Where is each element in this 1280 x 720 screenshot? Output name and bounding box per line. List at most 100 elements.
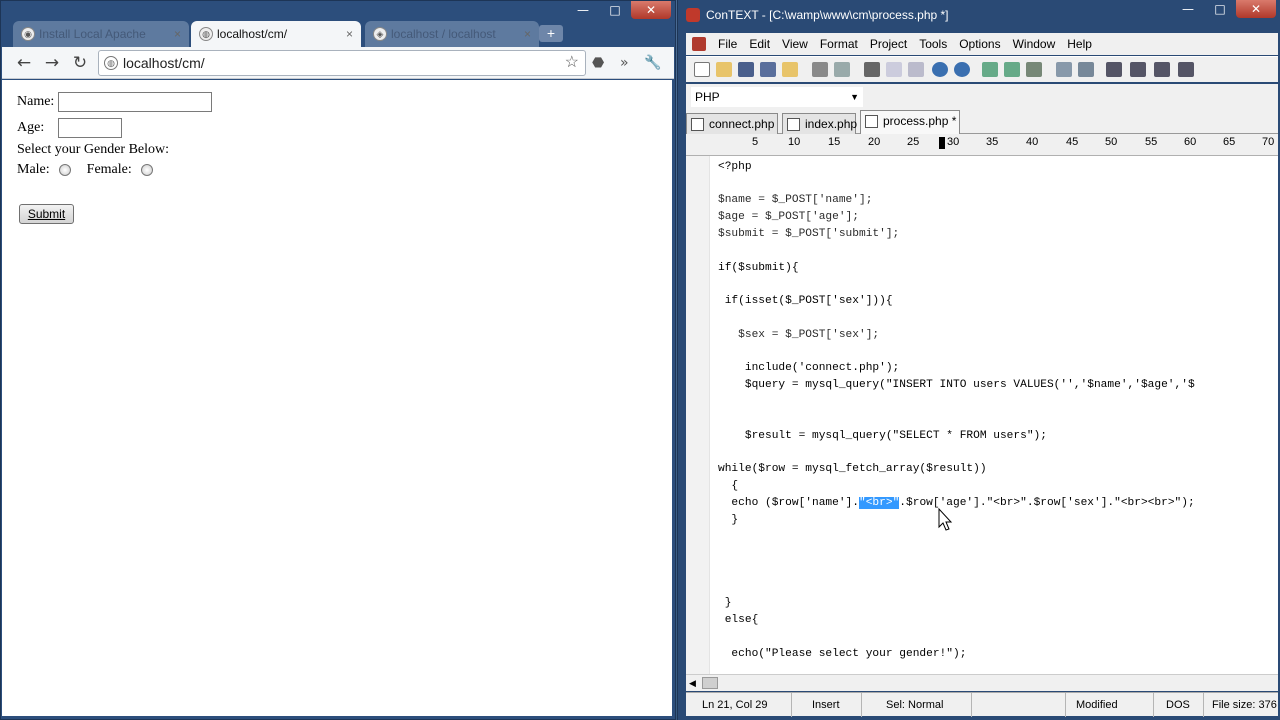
- code-line: else{: [718, 614, 759, 626]
- column-ruler: 5 10 15 20 25 30 35 40 45 50 55 60 65 70: [686, 134, 1278, 156]
- age-row: Age:: [17, 118, 122, 138]
- maximize-button[interactable]: □: [1204, 0, 1236, 18]
- php-file-icon: [787, 118, 800, 131]
- male-radio[interactable]: [59, 163, 72, 176]
- female-radio[interactable]: [141, 163, 154, 176]
- selected-text: "<br>": [859, 497, 900, 509]
- menu-help[interactable]: Help: [1061, 33, 1098, 55]
- file-tab-label: process.php *: [883, 114, 957, 128]
- browser-window-controls: — □ ✕: [567, 1, 671, 19]
- page-icon: ◉: [21, 27, 35, 41]
- minimize-button[interactable]: —: [1172, 0, 1204, 18]
- scroll-left-icon[interactable]: ◀: [689, 675, 696, 692]
- name-input[interactable]: [57, 92, 212, 112]
- code-line: if($submit){: [718, 262, 799, 274]
- menu-bar: File Edit View Format Project Tools Opti…: [686, 33, 1278, 55]
- status-file-size: File size: 376: [1212, 699, 1277, 711]
- scroll-thumb[interactable]: [702, 677, 718, 689]
- age-input[interactable]: [57, 118, 122, 138]
- menu-edit[interactable]: Edit: [743, 33, 776, 55]
- undo-icon[interactable]: [932, 62, 948, 77]
- maximize-button[interactable]: □: [599, 1, 631, 19]
- back-arrow-icon[interactable]: ←: [14, 53, 34, 73]
- status-modified: Modified: [1066, 693, 1154, 717]
- file-tab-process[interactable]: process.php *: [860, 110, 960, 134]
- more-extensions-icon[interactable]: »: [620, 53, 629, 73]
- print-icon[interactable]: [812, 62, 828, 77]
- user-command-4-icon[interactable]: [1178, 62, 1194, 77]
- menu-format[interactable]: Format: [814, 33, 864, 55]
- save-all-icon[interactable]: [760, 62, 776, 77]
- browser-tab[interactable]: ◉ Install Local Apache ×: [13, 21, 189, 47]
- menu-tools[interactable]: Tools: [913, 33, 953, 55]
- new-tab-button[interactable]: +: [539, 25, 563, 42]
- name-label: Name:: [17, 94, 55, 110]
- code-line: if(isset($_POST['sex'])){: [718, 295, 893, 307]
- address-bar[interactable]: ◍ localhost/cm/ ☆: [98, 50, 586, 76]
- gender-row: Male: Female:: [17, 162, 165, 178]
- user-command-1-icon[interactable]: [1106, 62, 1122, 77]
- highlighter-select[interactable]: PHP ▼: [691, 87, 863, 107]
- status-position: Ln 21, Col 29: [686, 693, 792, 717]
- menu-file[interactable]: File: [712, 33, 743, 55]
- chevron-down-icon: ▼: [850, 92, 859, 102]
- menu-project[interactable]: Project: [864, 33, 913, 55]
- close-button[interactable]: ✕: [631, 1, 671, 19]
- close-tab-icon[interactable]: ×: [346, 21, 353, 47]
- replace-icon[interactable]: [1026, 62, 1042, 77]
- save-icon[interactable]: [738, 62, 754, 77]
- name-row: Name:: [17, 92, 212, 112]
- ruler-number: 50: [1105, 136, 1118, 148]
- tools-icon[interactable]: [1078, 62, 1094, 77]
- ruler-number: 40: [1026, 136, 1039, 148]
- highlighter-bar: PHP ▼: [686, 84, 1278, 110]
- editor-gutter: [686, 156, 710, 674]
- extension-icon[interactable]: ⬣: [592, 53, 604, 73]
- open-project-icon[interactable]: [782, 62, 798, 77]
- menu-view[interactable]: View: [776, 33, 814, 55]
- file-tab-strip: connect.php index.php process.php *: [686, 110, 1278, 134]
- menu-window[interactable]: Window: [1007, 33, 1062, 55]
- forward-arrow-icon[interactable]: →: [42, 53, 62, 73]
- code-line: include('connect.php');: [718, 362, 900, 374]
- menu-options[interactable]: Options: [953, 33, 1006, 55]
- context-app-icon: [686, 8, 700, 22]
- file-tab-index[interactable]: index.php: [782, 113, 858, 134]
- horizontal-scrollbar[interactable]: ◀: [686, 674, 1278, 691]
- find-next-icon[interactable]: [1004, 62, 1020, 77]
- close-tab-icon[interactable]: ×: [174, 21, 181, 47]
- wrench-menu-icon[interactable]: 🔧: [644, 53, 661, 73]
- reload-icon[interactable]: ↻: [70, 53, 90, 73]
- new-file-icon[interactable]: [694, 62, 710, 77]
- submit-button[interactable]: Submit: [19, 204, 74, 224]
- document-menu-icon[interactable]: [692, 37, 706, 51]
- redo-icon[interactable]: [954, 62, 970, 77]
- user-command-2-icon[interactable]: [1130, 62, 1146, 77]
- minimize-button[interactable]: —: [567, 1, 599, 19]
- bookmark-star-icon[interactable]: ☆: [565, 51, 579, 75]
- browser-toolbar: ← → ↻ ◍ localhost/cm/ ☆ ⬣ » 🔧: [2, 47, 674, 79]
- cut-icon[interactable]: [864, 62, 880, 77]
- ruler-number: 25: [907, 136, 920, 148]
- browser-tab-active[interactable]: ◍ localhost/cm/ ×: [191, 21, 361, 47]
- user-command-3-icon[interactable]: [1154, 62, 1170, 77]
- web-page: Name: Age: Select your Gender Below: Mal…: [2, 80, 672, 716]
- tab-title: Install Local Apache: [39, 27, 146, 41]
- ruler-number: 5: [752, 136, 759, 148]
- code-editor[interactable]: <?php $name = $_POST['name']; $age = $_P…: [686, 156, 1278, 674]
- file-tab-connect[interactable]: connect.php: [686, 113, 778, 134]
- copy-icon[interactable]: [886, 62, 902, 77]
- properties-icon[interactable]: [1056, 62, 1072, 77]
- print-preview-icon[interactable]: [834, 62, 850, 77]
- code-line: $name = $_POST['name'];: [718, 194, 873, 206]
- file-tab-label: index.php: [805, 117, 858, 131]
- find-icon[interactable]: [982, 62, 998, 77]
- close-tab-icon[interactable]: ×: [524, 21, 531, 47]
- ruler-number: 15: [828, 136, 841, 148]
- open-folder-icon[interactable]: [716, 62, 732, 77]
- paste-icon[interactable]: [908, 62, 924, 77]
- browser-tab[interactable]: ◈ localhost / localhost ×: [365, 21, 539, 47]
- female-label: Female:: [86, 162, 132, 177]
- code-line: $age = $_POST['age'];: [718, 211, 859, 223]
- close-button[interactable]: ✕: [1236, 0, 1276, 18]
